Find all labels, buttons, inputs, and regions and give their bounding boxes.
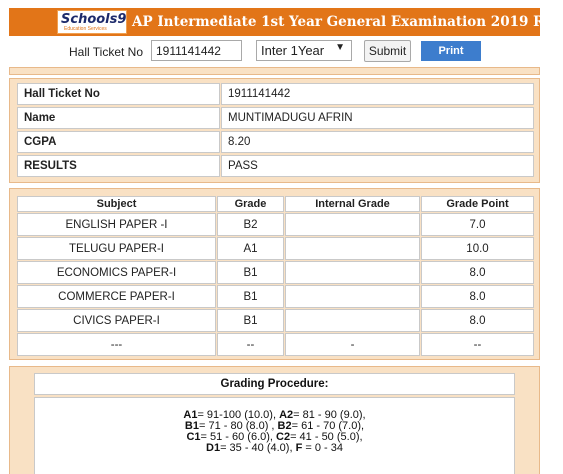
year-select-value: Inter 1Year: [261, 43, 325, 58]
marks-panel: Subject Grade Internal Grade Grade Point…: [9, 188, 540, 360]
grading-panel: Grading Procedure: A1= 91-100 (10.0), A2…: [9, 366, 540, 474]
column-header: Internal Grade: [285, 196, 420, 212]
grade-point-cell: 8.0: [421, 309, 534, 332]
grade-point-cell: 8.0: [421, 261, 534, 284]
result-value: PASS: [221, 155, 534, 177]
grade-cell: B2: [217, 213, 284, 236]
subject-cell: ENGLISH PAPER -I: [17, 213, 216, 236]
page-title: AP Intermediate 1st Year General Examina…: [132, 14, 563, 30]
grade-point-cell: --: [421, 333, 534, 356]
grade-point-cell: 10.0: [421, 237, 534, 260]
grade-cell: A1: [217, 237, 284, 260]
internal-grade-cell: [285, 285, 420, 308]
grading-title: Grading Procedure:: [220, 378, 329, 390]
student-name-value: MUNTIMADUGU AFRIN: [221, 107, 534, 129]
column-header: Subject: [17, 196, 216, 212]
grading-details-box: A1= 91-100 (10.0), A2= 81 - 90 (9.0), B1…: [34, 397, 515, 474]
student-info-panel: Hall Ticket No 1911141442 Name MUNTIMADU…: [9, 78, 540, 183]
print-button[interactable]: Print: [421, 41, 481, 61]
grading-title-box: Grading Procedure:: [34, 373, 515, 395]
subject-cell: COMMERCE PAPER-I: [17, 285, 216, 308]
grade-cell: B1: [217, 285, 284, 308]
header-bar: Schools9.com Education Services AP Inter…: [9, 8, 563, 36]
student-info-label: CGPA: [17, 131, 220, 153]
separator-panel: [9, 67, 540, 75]
internal-grade-cell: [285, 261, 420, 284]
hall-ticket-input[interactable]: [151, 40, 242, 61]
logo-tagline: Education Services: [64, 26, 107, 32]
subject-cell: ECONOMICS PAPER-I: [17, 261, 216, 284]
search-form: Hall Ticket No Inter 1Year ▼ Submit Prin…: [0, 36, 563, 66]
grade-point-cell: 7.0: [421, 213, 534, 236]
grade-cell: B1: [217, 309, 284, 332]
grade-cell: --: [217, 333, 284, 356]
column-header: Grade Point: [421, 196, 534, 212]
hall-ticket-label: Hall Ticket No: [69, 45, 144, 59]
subject-cell: TELUGU PAPER-I: [17, 237, 216, 260]
hall-ticket-value: 1911141442: [221, 83, 534, 105]
grade-cell: B1: [217, 261, 284, 284]
subject-cell: ---: [17, 333, 216, 356]
student-info-label: RESULTS: [17, 155, 220, 177]
subject-cell: CIVICS PAPER-I: [17, 309, 216, 332]
schools9-logo[interactable]: Schools9.com Education Services: [57, 10, 145, 34]
internal-grade-cell: [285, 237, 420, 260]
cgpa-value: 8.20: [221, 131, 534, 153]
internal-grade-cell: [285, 213, 420, 236]
dropdown-arrow-icon: ▼: [335, 42, 345, 53]
grade-point-cell: 8.0: [421, 285, 534, 308]
column-header: Grade: [217, 196, 284, 212]
internal-grade-cell: [285, 309, 420, 332]
year-select[interactable]: Inter 1Year ▼: [256, 40, 352, 61]
internal-grade-cell: -: [285, 333, 420, 356]
submit-button[interactable]: Submit: [364, 40, 411, 62]
student-info-label: Name: [17, 107, 220, 129]
student-info-label: Hall Ticket No: [17, 83, 220, 105]
grading-line: D1= 35 - 40 (4.0), F = 0 - 34: [206, 442, 343, 454]
